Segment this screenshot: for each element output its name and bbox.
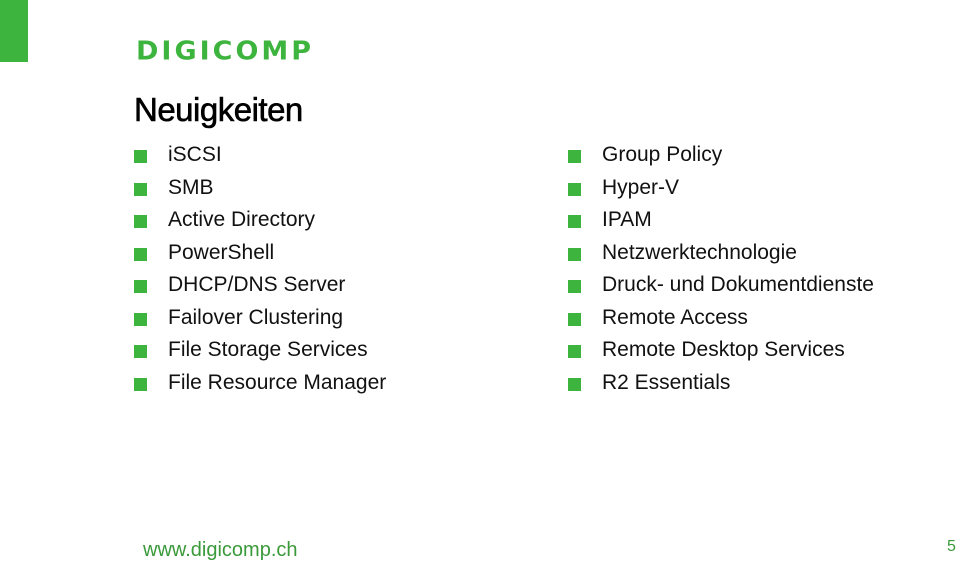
list-item: Remote Desktop Services — [568, 335, 874, 368]
square-bullet-icon — [568, 345, 581, 358]
list-item-label: Failover Clustering — [168, 305, 344, 329]
square-bullet-icon — [134, 345, 147, 358]
digicomp-logo: DIGICOMP — [136, 36, 315, 67]
list-item-label: Group Policy — [602, 143, 723, 166]
right-bullet-list: Group Policy Hyper-V IPAM Netzwerktechno… — [568, 140, 874, 400]
square-bullet-icon — [134, 280, 147, 293]
square-bullet-icon — [568, 150, 581, 163]
list-item-label: Netzwerktechnologie — [602, 240, 797, 264]
square-bullet-icon — [134, 215, 147, 228]
list-item-label: File Storage Services — [168, 338, 368, 361]
list-item: Group Policy — [568, 140, 874, 173]
list-item: Druck- und Dokumentdienste — [568, 270, 874, 303]
list-item-label: Remote Access — [602, 305, 748, 329]
list-item-label: Remote Desktop Services — [602, 338, 845, 361]
corner-accent-bar — [0, 0, 28, 62]
list-item-label: Hyper-V — [602, 175, 680, 199]
list-item-label: DHCP/DNS Server — [168, 273, 346, 296]
square-bullet-icon — [568, 182, 581, 196]
square-bullet-icon — [134, 247, 147, 261]
list-item-label: R2 Essentials — [602, 370, 731, 394]
list-item: File Storage Services — [134, 335, 386, 368]
list-item-label: iSCSI — [168, 143, 222, 166]
list-item: Netzwerktechnologie — [568, 238, 874, 271]
list-item: Hyper-V — [568, 173, 874, 206]
list-item: Failover Clustering — [134, 303, 386, 336]
list-item-label: PowerShell — [168, 240, 275, 264]
left-bullet-list: iSCSI SMB Active Directory PowerShell DH… — [134, 140, 386, 400]
square-bullet-icon — [568, 215, 581, 228]
list-item: File Resource Manager — [134, 368, 386, 401]
square-bullet-icon — [568, 280, 581, 293]
square-bullet-icon — [568, 312, 581, 326]
list-item: SMB — [134, 173, 386, 206]
list-item-label: SMB — [168, 175, 214, 199]
square-bullet-icon — [568, 377, 581, 391]
list-item: Remote Access — [568, 303, 874, 336]
list-item-label: IPAM — [602, 208, 652, 231]
square-bullet-icon — [134, 312, 147, 326]
square-bullet-icon — [134, 182, 147, 196]
list-item: DHCP/DNS Server — [134, 270, 386, 303]
square-bullet-icon — [568, 247, 581, 261]
list-item-label: Active Directory — [168, 208, 316, 231]
list-item-label: File Resource Manager — [168, 370, 387, 394]
square-bullet-icon — [134, 377, 147, 391]
list-item: Active Directory — [134, 205, 386, 238]
square-bullet-icon — [134, 150, 147, 163]
page-number: 5 — [947, 538, 956, 555]
list-item: IPAM — [568, 205, 874, 238]
list-item: PowerShell — [134, 238, 386, 271]
list-item: iSCSI — [134, 140, 386, 173]
list-item-label: Druck- und Dokumentdienste — [602, 273, 874, 296]
slide-title: Neuigkeiten — [134, 91, 304, 129]
list-item: R2 Essentials — [568, 368, 874, 401]
footer-website-link[interactable]: www.digicomp.ch — [143, 538, 298, 562]
